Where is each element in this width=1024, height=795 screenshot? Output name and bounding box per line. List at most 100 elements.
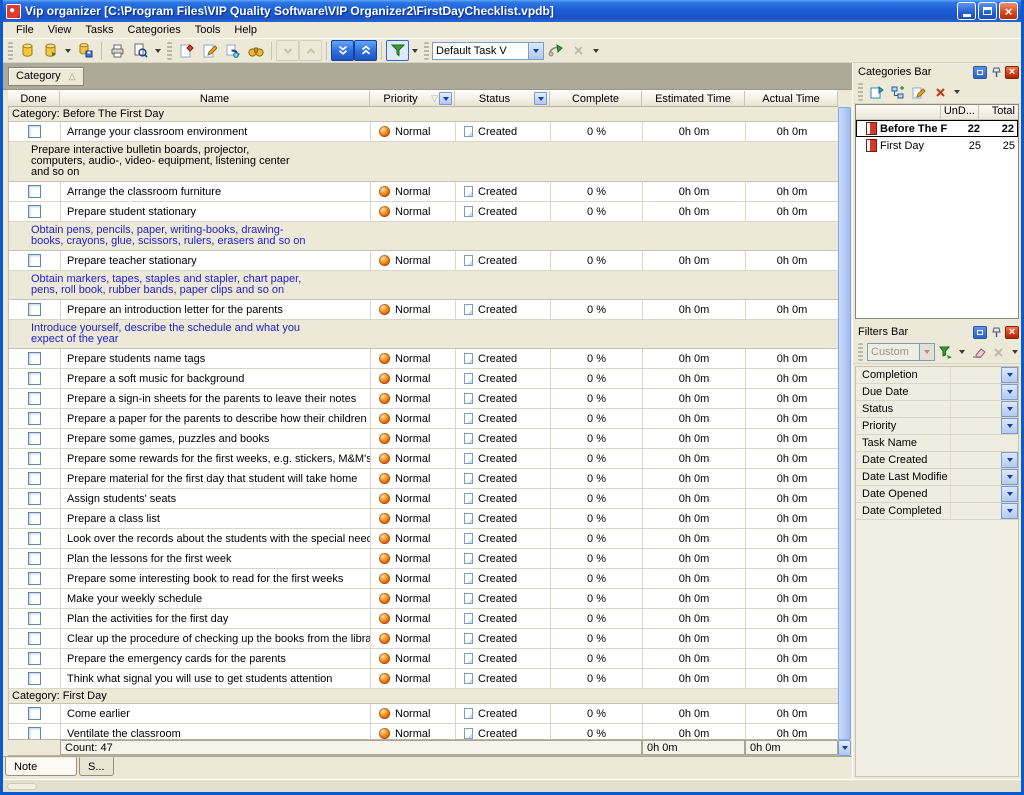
- column-header-status[interactable]: Status: [455, 91, 550, 106]
- menu-item-help[interactable]: Help: [227, 23, 264, 37]
- task-done-checkbox[interactable]: [28, 392, 41, 405]
- task-row[interactable]: Prepare students name tagsNormalCreated0…: [9, 349, 838, 369]
- task-done-checkbox[interactable]: [28, 452, 41, 465]
- task-done-checkbox[interactable]: [28, 672, 41, 685]
- category-name-column[interactable]: [856, 105, 940, 119]
- filter-value[interactable]: [950, 503, 1001, 519]
- task-view-dropdown-button[interactable]: [528, 43, 543, 59]
- new-task-button[interactable]: [175, 40, 198, 61]
- menu-item-tools[interactable]: Tools: [188, 23, 228, 37]
- toolbar-grip[interactable]: [167, 42, 172, 60]
- task-done-checkbox[interactable]: [28, 632, 41, 645]
- search-button[interactable]: [244, 40, 267, 61]
- delete-view-button-disabled[interactable]: [567, 40, 590, 61]
- print-preview-button[interactable]: [129, 40, 152, 61]
- apply-filter-button[interactable]: [936, 343, 955, 362]
- task-done-checkbox[interactable]: [28, 432, 41, 445]
- task-done-checkbox[interactable]: [28, 125, 41, 138]
- duplicate-task-button[interactable]: [221, 40, 244, 61]
- apply-view-button[interactable]: [544, 40, 567, 61]
- task-row[interactable]: Prepare a paper for the parents to descr…: [9, 409, 838, 429]
- category-undone-column[interactable]: UnD...: [940, 105, 978, 119]
- menu-item-categories[interactable]: Categories: [121, 23, 188, 37]
- task-done-checkbox[interactable]: [28, 352, 41, 365]
- task-done-checkbox[interactable]: [28, 492, 41, 505]
- group-by-category-button[interactable]: Category △: [8, 67, 84, 86]
- task-row[interactable]: Prepare some rewards for the first weeks…: [9, 449, 838, 469]
- filter-value[interactable]: [950, 367, 1001, 383]
- toolbar-grip[interactable]: [8, 42, 13, 60]
- filters-pin-button[interactable]: [989, 326, 1003, 339]
- task-row[interactable]: Arrange the classroom furnitureNormalCre…: [9, 182, 838, 202]
- group-row[interactable]: Category: First Day: [9, 689, 838, 704]
- categories-close-button[interactable]: ×: [1005, 66, 1019, 79]
- tab-note[interactable]: Note: [5, 757, 77, 776]
- task-done-checkbox[interactable]: [28, 707, 41, 720]
- task-done-checkbox[interactable]: [28, 185, 41, 198]
- menu-item-tasks[interactable]: Tasks: [78, 23, 120, 37]
- clear-filter-button[interactable]: [969, 343, 988, 362]
- menu-item-file[interactable]: File: [9, 23, 41, 37]
- filter-value[interactable]: [950, 384, 1001, 400]
- task-row[interactable]: Prepare a class listNormalCreated0 %0h 0…: [9, 509, 838, 529]
- scrollbar-down-button[interactable]: [838, 740, 851, 756]
- apply-filter-dropdown-icon[interactable]: [959, 350, 965, 354]
- task-done-checkbox[interactable]: [28, 612, 41, 625]
- filter-value[interactable]: [950, 418, 1001, 434]
- restore-button[interactable]: [978, 2, 997, 20]
- task-row[interactable]: Prepare an introduction letter for the p…: [9, 300, 838, 320]
- filter-value[interactable]: [950, 435, 1018, 451]
- column-header-done[interactable]: Done: [8, 91, 60, 106]
- task-done-checkbox[interactable]: [28, 727, 41, 739]
- task-done-checkbox[interactable]: [28, 412, 41, 425]
- task-row[interactable]: Plan the activities for the first dayNor…: [9, 609, 838, 629]
- column-header-priority[interactable]: Priority ▽: [370, 91, 455, 106]
- open-database-dropdown-icon[interactable]: [65, 49, 71, 53]
- task-row[interactable]: Make your weekly scheduleNormalCreated0 …: [9, 589, 838, 609]
- task-row[interactable]: Prepare teacher stationaryNormalCreated0…: [9, 251, 838, 271]
- delete-category-button[interactable]: [930, 83, 950, 102]
- delete-filter-button-disabled[interactable]: [989, 343, 1008, 362]
- filter-preset-dropdown-button[interactable]: [919, 344, 934, 360]
- filter-dropdown-button[interactable]: [1001, 384, 1018, 400]
- task-row[interactable]: Ventilate the classroomNormalCreated0 %0…: [9, 724, 838, 739]
- task-row[interactable]: Prepare some games, puzzles and booksNor…: [9, 429, 838, 449]
- filter-toggle-button[interactable]: [386, 40, 409, 61]
- edit-task-button[interactable]: [198, 40, 221, 61]
- task-row[interactable]: Look over the records about the students…: [9, 529, 838, 549]
- status-filter-dropdown-button[interactable]: [534, 92, 547, 105]
- task-row[interactable]: Think what signal you will use to get st…: [9, 669, 838, 689]
- task-row[interactable]: Arrange your classroom environmentNormal…: [9, 122, 838, 142]
- new-category-button[interactable]: [867, 83, 887, 102]
- new-subcategory-button[interactable]: [888, 83, 908, 102]
- filter-dropdown-button[interactable]: [1001, 503, 1018, 519]
- filter-dropdown-button[interactable]: [1001, 452, 1018, 468]
- task-row[interactable]: Clear up the procedure of checking up th…: [9, 629, 838, 649]
- toolbar-grip[interactable]: [858, 83, 863, 101]
- vertical-scrollbar[interactable]: [838, 107, 851, 756]
- category-total-column[interactable]: Total: [978, 105, 1018, 119]
- task-done-checkbox[interactable]: [28, 512, 41, 525]
- column-header-actual-time[interactable]: Actual Time: [745, 91, 838, 106]
- filters-maximize-button[interactable]: [973, 326, 987, 339]
- task-done-checkbox[interactable]: [28, 592, 41, 605]
- close-button[interactable]: ×: [999, 2, 1018, 20]
- task-done-checkbox[interactable]: [28, 372, 41, 385]
- edit-category-button[interactable]: [909, 83, 929, 102]
- task-row[interactable]: Prepare some interesting book to read fo…: [9, 569, 838, 589]
- filter-preset-combobox[interactable]: Custom: [867, 343, 935, 361]
- filter-dropdown-button[interactable]: [1001, 486, 1018, 502]
- tab-summary[interactable]: S...: [79, 757, 114, 776]
- filter-dropdown-icon[interactable]: [412, 49, 418, 53]
- task-row[interactable]: Prepare a soft music for backgroundNorma…: [9, 369, 838, 389]
- task-row[interactable]: Assign students' seatsNormalCreated0 %0h…: [9, 489, 838, 509]
- column-header-complete[interactable]: Complete: [550, 91, 642, 106]
- categories-pin-button[interactable]: [989, 66, 1003, 79]
- filter-dropdown-button[interactable]: [1001, 469, 1018, 485]
- priority-filter-dropdown-button[interactable]: [439, 92, 452, 105]
- new-database-button[interactable]: [16, 40, 39, 61]
- column-header-name[interactable]: Name: [60, 91, 370, 106]
- filters-toolbar-dropdown-icon[interactable]: [1012, 350, 1018, 354]
- filter-dropdown-button[interactable]: [1001, 367, 1018, 383]
- menu-item-view[interactable]: View: [41, 23, 79, 37]
